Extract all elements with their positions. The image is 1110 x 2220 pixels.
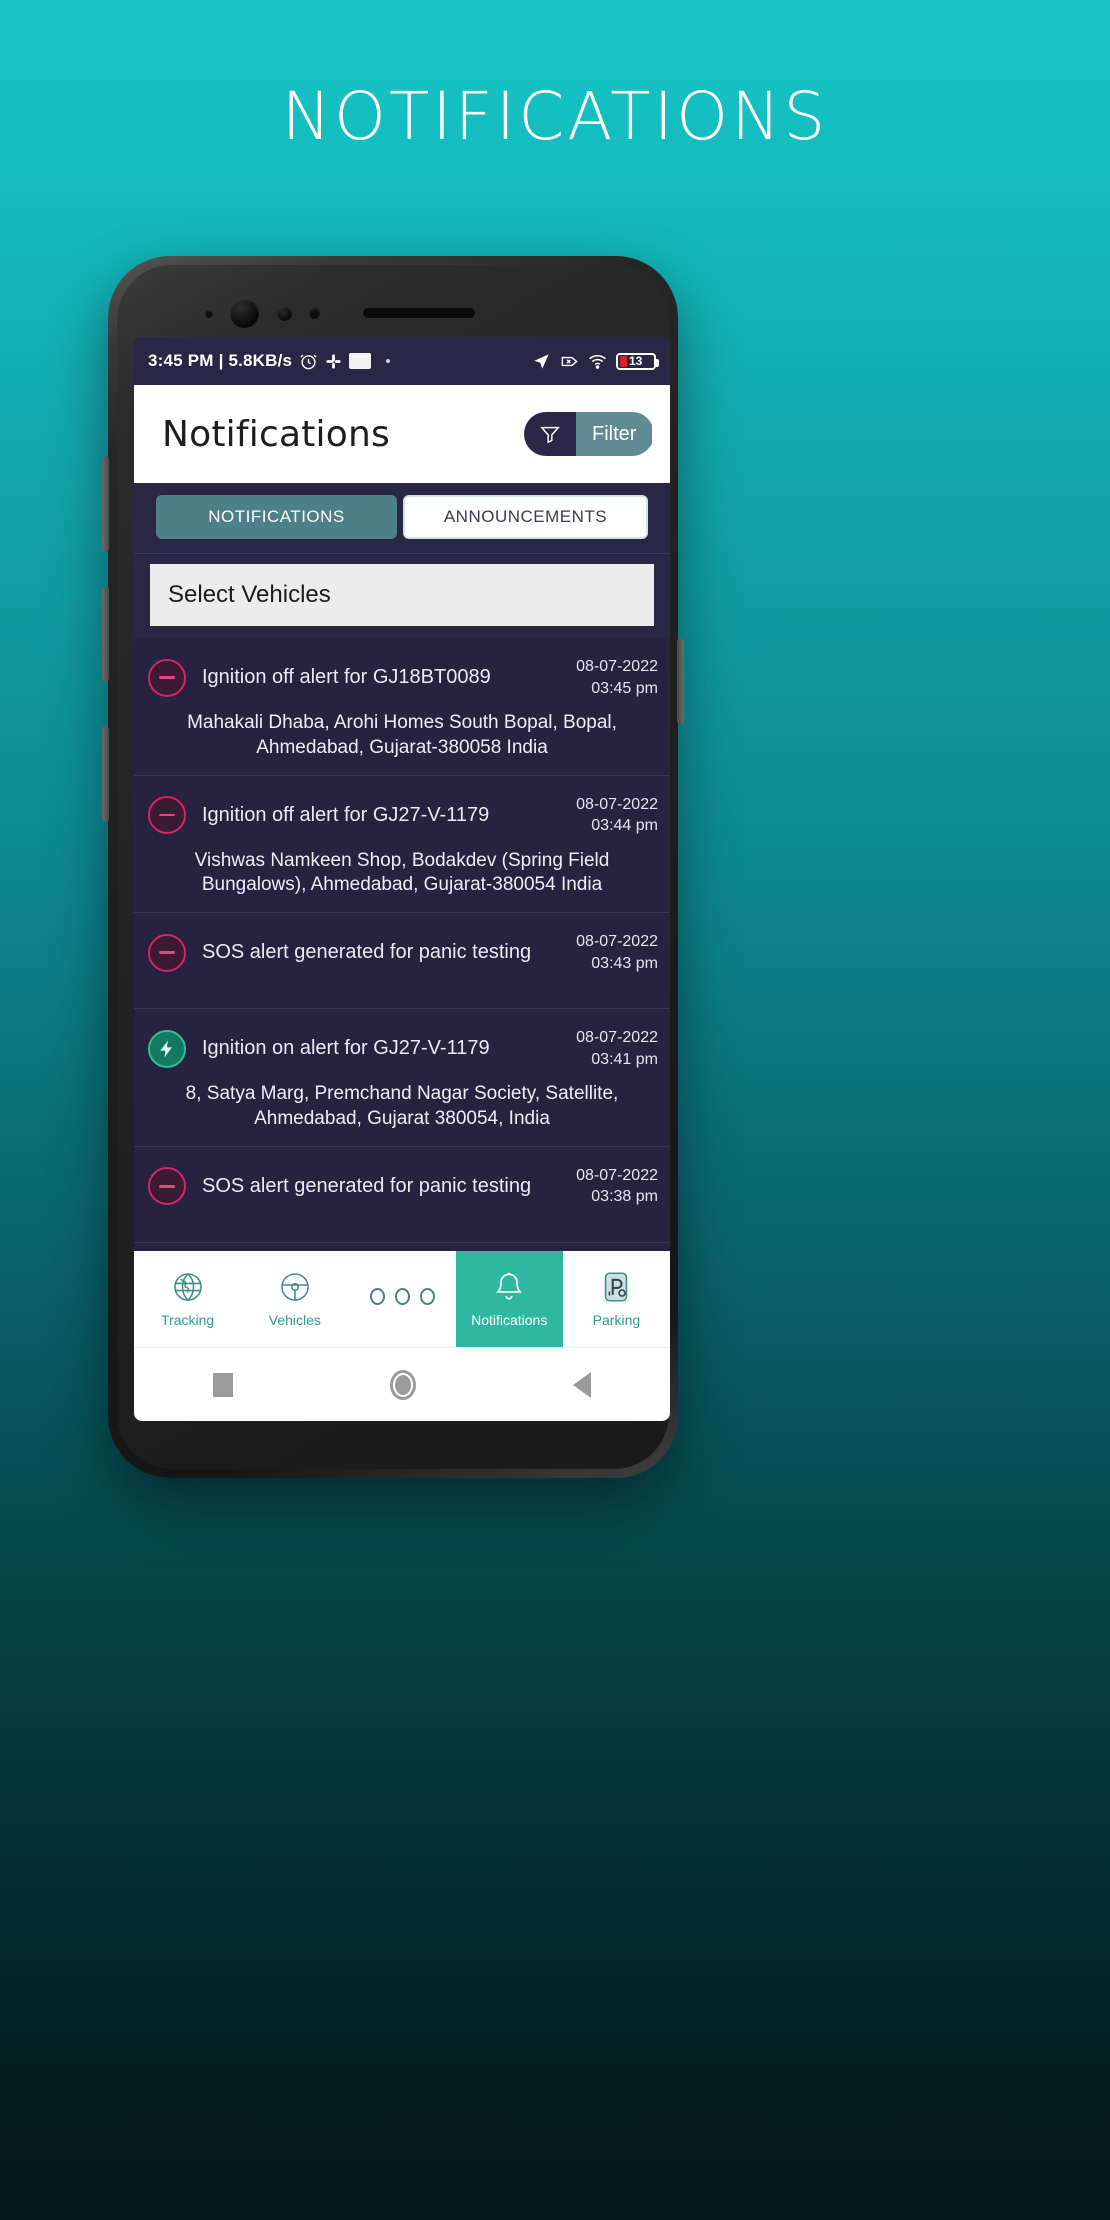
proximity-sensor-icon xyxy=(277,306,292,321)
filter-button[interactable]: Filter xyxy=(524,412,654,456)
notification-text: SOS alert generated for panic testing xyxy=(202,941,532,964)
page-heading: Notifications xyxy=(162,413,390,455)
sos-alert-icon xyxy=(148,933,186,972)
phone-frame: 3:45 PM | 5.8KB/s 13 Notifications Filte… xyxy=(102,256,684,1478)
notification-row[interactable]: Ignition off alert for GJ27-V-1179 08-07… xyxy=(134,1241,670,1251)
app-bar: Notifications Filter xyxy=(134,385,670,483)
nav-label-vehicles: Vehicles xyxy=(268,1312,321,1328)
notification-address: 8, Satya Marg, Premchand Nagar Society, … xyxy=(185,1083,619,1129)
tab-announcements[interactable]: ANNOUNCEMENTS xyxy=(403,495,648,539)
battery-level: 13 xyxy=(629,354,643,368)
android-navigation-bar xyxy=(134,1347,670,1421)
nav-item-tracking[interactable]: Tracking xyxy=(134,1251,241,1347)
notification-timestamp: 08-07-2022 03:44 pm xyxy=(576,794,658,837)
sim-off-icon xyxy=(560,352,579,371)
notification-date: 08-07-2022 xyxy=(576,1029,658,1047)
bell-icon xyxy=(492,1270,526,1307)
notification-time: 03:43 pm xyxy=(591,954,658,972)
notification-row[interactable]: SOS alert generated for panic testing 08… xyxy=(134,912,670,1008)
filter-button-label: Filter xyxy=(576,412,653,456)
more-dot-icon xyxy=(386,359,391,363)
notification-row[interactable]: SOS alert generated for panic testing 08… xyxy=(134,1145,670,1242)
notification-row[interactable]: Ignition off alert for GJ18BT0089 08-07-… xyxy=(134,638,670,775)
ignition-off-icon xyxy=(148,796,186,835)
volume-down-button[interactable] xyxy=(102,586,109,682)
battery-low-icon: 13 xyxy=(616,352,659,370)
tab-notifications[interactable]: NOTIFICATIONS xyxy=(156,495,397,539)
sos-alert-icon xyxy=(148,1167,186,1206)
notification-address: Vishwas Namkeen Shop, Bodakdev (Spring F… xyxy=(194,849,610,896)
nav-item-vehicles[interactable]: Vehicles xyxy=(241,1251,348,1347)
location-arrow-icon xyxy=(532,352,551,371)
notification-text: Ignition on alert for GJ27-V-1179 xyxy=(202,1037,490,1060)
light-sensor-icon xyxy=(309,308,320,319)
sensor-dot-icon xyxy=(205,310,213,318)
phone-sensors xyxy=(117,295,669,331)
notification-time: 03:44 pm xyxy=(591,817,658,835)
notification-time: 03:45 pm xyxy=(591,679,658,697)
bottom-navigation: Tracking Vehicles Notifications Parking xyxy=(134,1251,670,1347)
select-vehicles-label: Select Vehicles xyxy=(168,581,331,608)
status-bar: 3:45 PM | 5.8KB/s 13 xyxy=(134,337,670,385)
ignition-off-icon xyxy=(148,658,186,697)
volume-up-button[interactable] xyxy=(102,456,109,552)
notification-address xyxy=(134,984,670,994)
select-vehicles-dropdown[interactable]: Select Vehicles xyxy=(150,564,654,626)
notification-time: 03:38 pm xyxy=(591,1188,658,1206)
slack-icon xyxy=(325,353,342,370)
notification-date: 08-07-2022 xyxy=(576,933,658,951)
notification-date: 08-07-2022 xyxy=(576,795,658,813)
notification-timestamp: 08-07-2022 03:45 pm xyxy=(576,656,658,699)
extra-side-button[interactable] xyxy=(102,726,109,822)
power-button[interactable] xyxy=(677,638,684,724)
earpiece-speaker xyxy=(363,308,475,318)
notification-text: Ignition off alert for GJ18BT0089 xyxy=(202,666,491,689)
funnel-icon xyxy=(524,412,576,456)
notification-list[interactable]: Ignition off alert for GJ18BT0089 08-07-… xyxy=(134,638,670,1251)
globe-icon xyxy=(171,1270,205,1307)
notification-address xyxy=(134,1218,670,1228)
notification-timestamp: 08-07-2022 03:43 pm xyxy=(576,931,658,974)
notification-text: Ignition off alert for GJ27-V-1179 xyxy=(202,803,490,826)
recent-apps-icon[interactable] xyxy=(212,1372,233,1397)
back-icon[interactable] xyxy=(573,1371,592,1398)
notification-timestamp: 08-07-2022 03:38 pm xyxy=(576,1165,658,1208)
vehicle-select-wrapper: Select Vehicles xyxy=(134,554,670,638)
parking-p-icon xyxy=(600,1270,632,1307)
screenshot-icon xyxy=(349,353,372,369)
phone-bezel: 3:45 PM | 5.8KB/s 13 Notifications Filte… xyxy=(117,265,670,1469)
notification-row[interactable]: Ignition on alert for GJ27-V-1179 08-07-… xyxy=(134,1008,670,1146)
notification-date: 08-07-2022 xyxy=(576,1166,658,1184)
nav-item-more[interactable] xyxy=(348,1251,455,1347)
home-icon[interactable] xyxy=(389,1369,416,1400)
notification-timestamp: 08-07-2022 03:41 pm xyxy=(576,1027,658,1070)
notification-time: 03:41 pm xyxy=(591,1050,658,1068)
nav-item-parking[interactable]: Parking xyxy=(563,1251,670,1347)
three-dots-icon xyxy=(369,1288,435,1305)
ignition-on-icon xyxy=(148,1029,186,1068)
status-time-network: 3:45 PM | 5.8KB/s xyxy=(148,351,293,370)
nav-label-parking: Parking xyxy=(592,1312,641,1328)
notification-text: SOS alert generated for panic testing xyxy=(202,1174,532,1197)
front-camera-icon xyxy=(230,299,259,328)
nav-label-notifications: Notifications xyxy=(471,1312,548,1328)
nav-item-notifications[interactable]: Notifications xyxy=(455,1251,563,1347)
notification-row[interactable]: Ignition off alert for GJ27-V-1179 08-07… xyxy=(134,774,670,913)
notification-date: 08-07-2022 xyxy=(576,658,658,675)
notification-address: Mahakali Dhaba, Arohi Homes South Bopal,… xyxy=(187,712,617,758)
nav-label-tracking: Tracking xyxy=(161,1312,215,1328)
phone-screen: 3:45 PM | 5.8KB/s 13 Notifications Filte… xyxy=(134,337,670,1421)
wifi-icon xyxy=(588,352,607,371)
tab-bar: NOTIFICATIONS ANNOUNCEMENTS xyxy=(134,483,670,554)
alarm-clock-icon xyxy=(299,352,318,371)
page-title: NOTIFICATIONS xyxy=(281,78,829,155)
steering-wheel-icon xyxy=(278,1270,312,1307)
